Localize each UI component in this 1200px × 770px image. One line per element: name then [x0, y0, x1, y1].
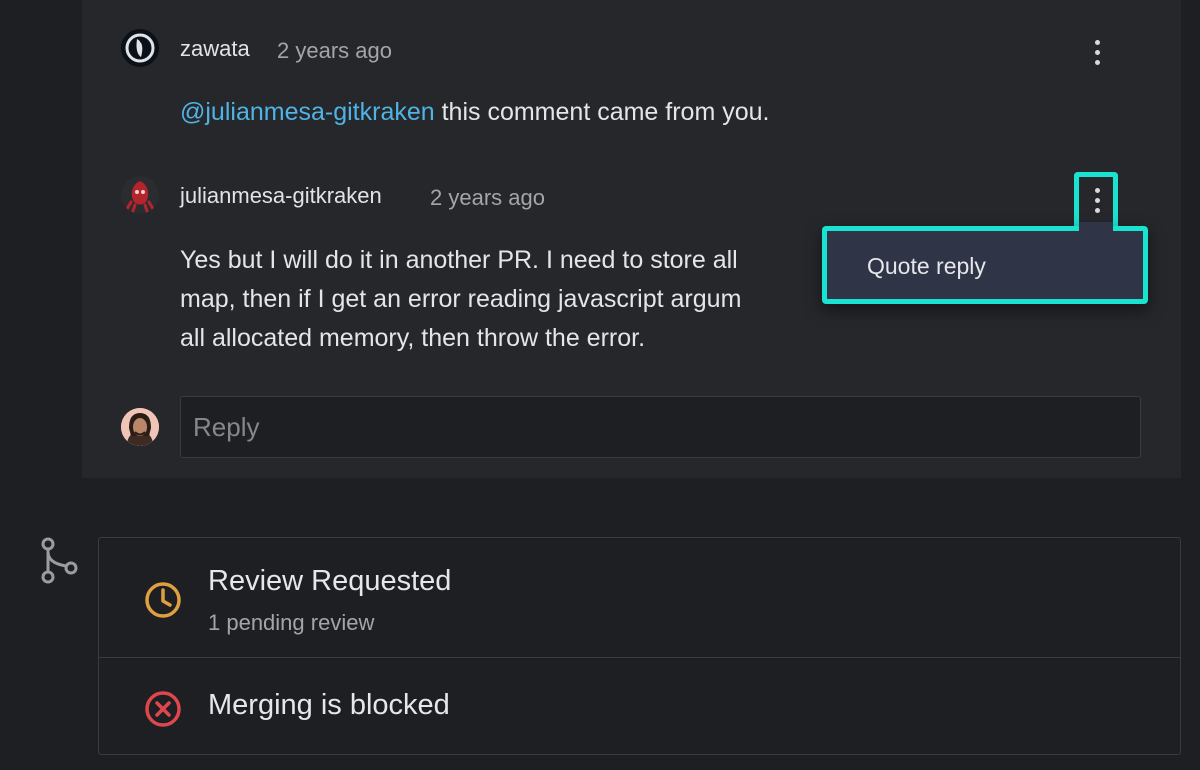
avatar-image	[121, 176, 159, 214]
avatar-zawata[interactable]	[121, 29, 159, 67]
comment-body-line: Yes but I will do it in another PR. I ne…	[180, 246, 738, 274]
avatar-image	[121, 408, 159, 446]
review-status-subtitle: 1 pending review	[208, 610, 375, 635]
user-mention-link[interactable]: @julianmesa-gitkraken	[180, 98, 435, 126]
comment-timestamp[interactable]: 2 years ago	[430, 185, 545, 211]
comment-author[interactable]: julianmesa-gitkraken	[180, 183, 382, 209]
comment-body-line: all allocated memory, then throw the err…	[180, 324, 646, 352]
merge-status-card: Review Requested 1 pending review Mergin…	[98, 537, 1181, 755]
comment-timestamp[interactable]: 2 years ago	[277, 38, 392, 64]
merge-status-title: Merging is blocked	[208, 689, 450, 721]
git-branch-icon	[41, 537, 78, 584]
status-divider	[99, 657, 1180, 658]
review-status-title: Review Requested	[208, 565, 452, 597]
kebab-icon[interactable]	[1082, 180, 1112, 220]
comment-body: @julianmesa-gitkraken this comment came …	[180, 92, 769, 132]
clock-icon	[145, 582, 181, 618]
comment-body-line: map, then if I get an error reading java…	[180, 285, 742, 313]
kebab-icon[interactable]	[1082, 32, 1112, 72]
avatar-current-user[interactable]	[121, 408, 159, 446]
app-frame: zawata 2 years ago @julianmesa-gitkraken…	[0, 0, 1200, 770]
x-circle-icon	[145, 691, 181, 727]
avatar-julianmesa-gitkraken[interactable]	[121, 176, 159, 214]
comment-author[interactable]: zawata	[180, 36, 250, 62]
menu-item-quote-reply[interactable]: Quote reply	[867, 253, 986, 280]
reply-input[interactable]	[180, 396, 1141, 458]
context-menu: Quote reply	[822, 226, 1148, 304]
menu-connector	[1079, 222, 1113, 234]
comment-text: this comment came from you.	[434, 98, 770, 126]
avatar-image	[121, 29, 159, 67]
